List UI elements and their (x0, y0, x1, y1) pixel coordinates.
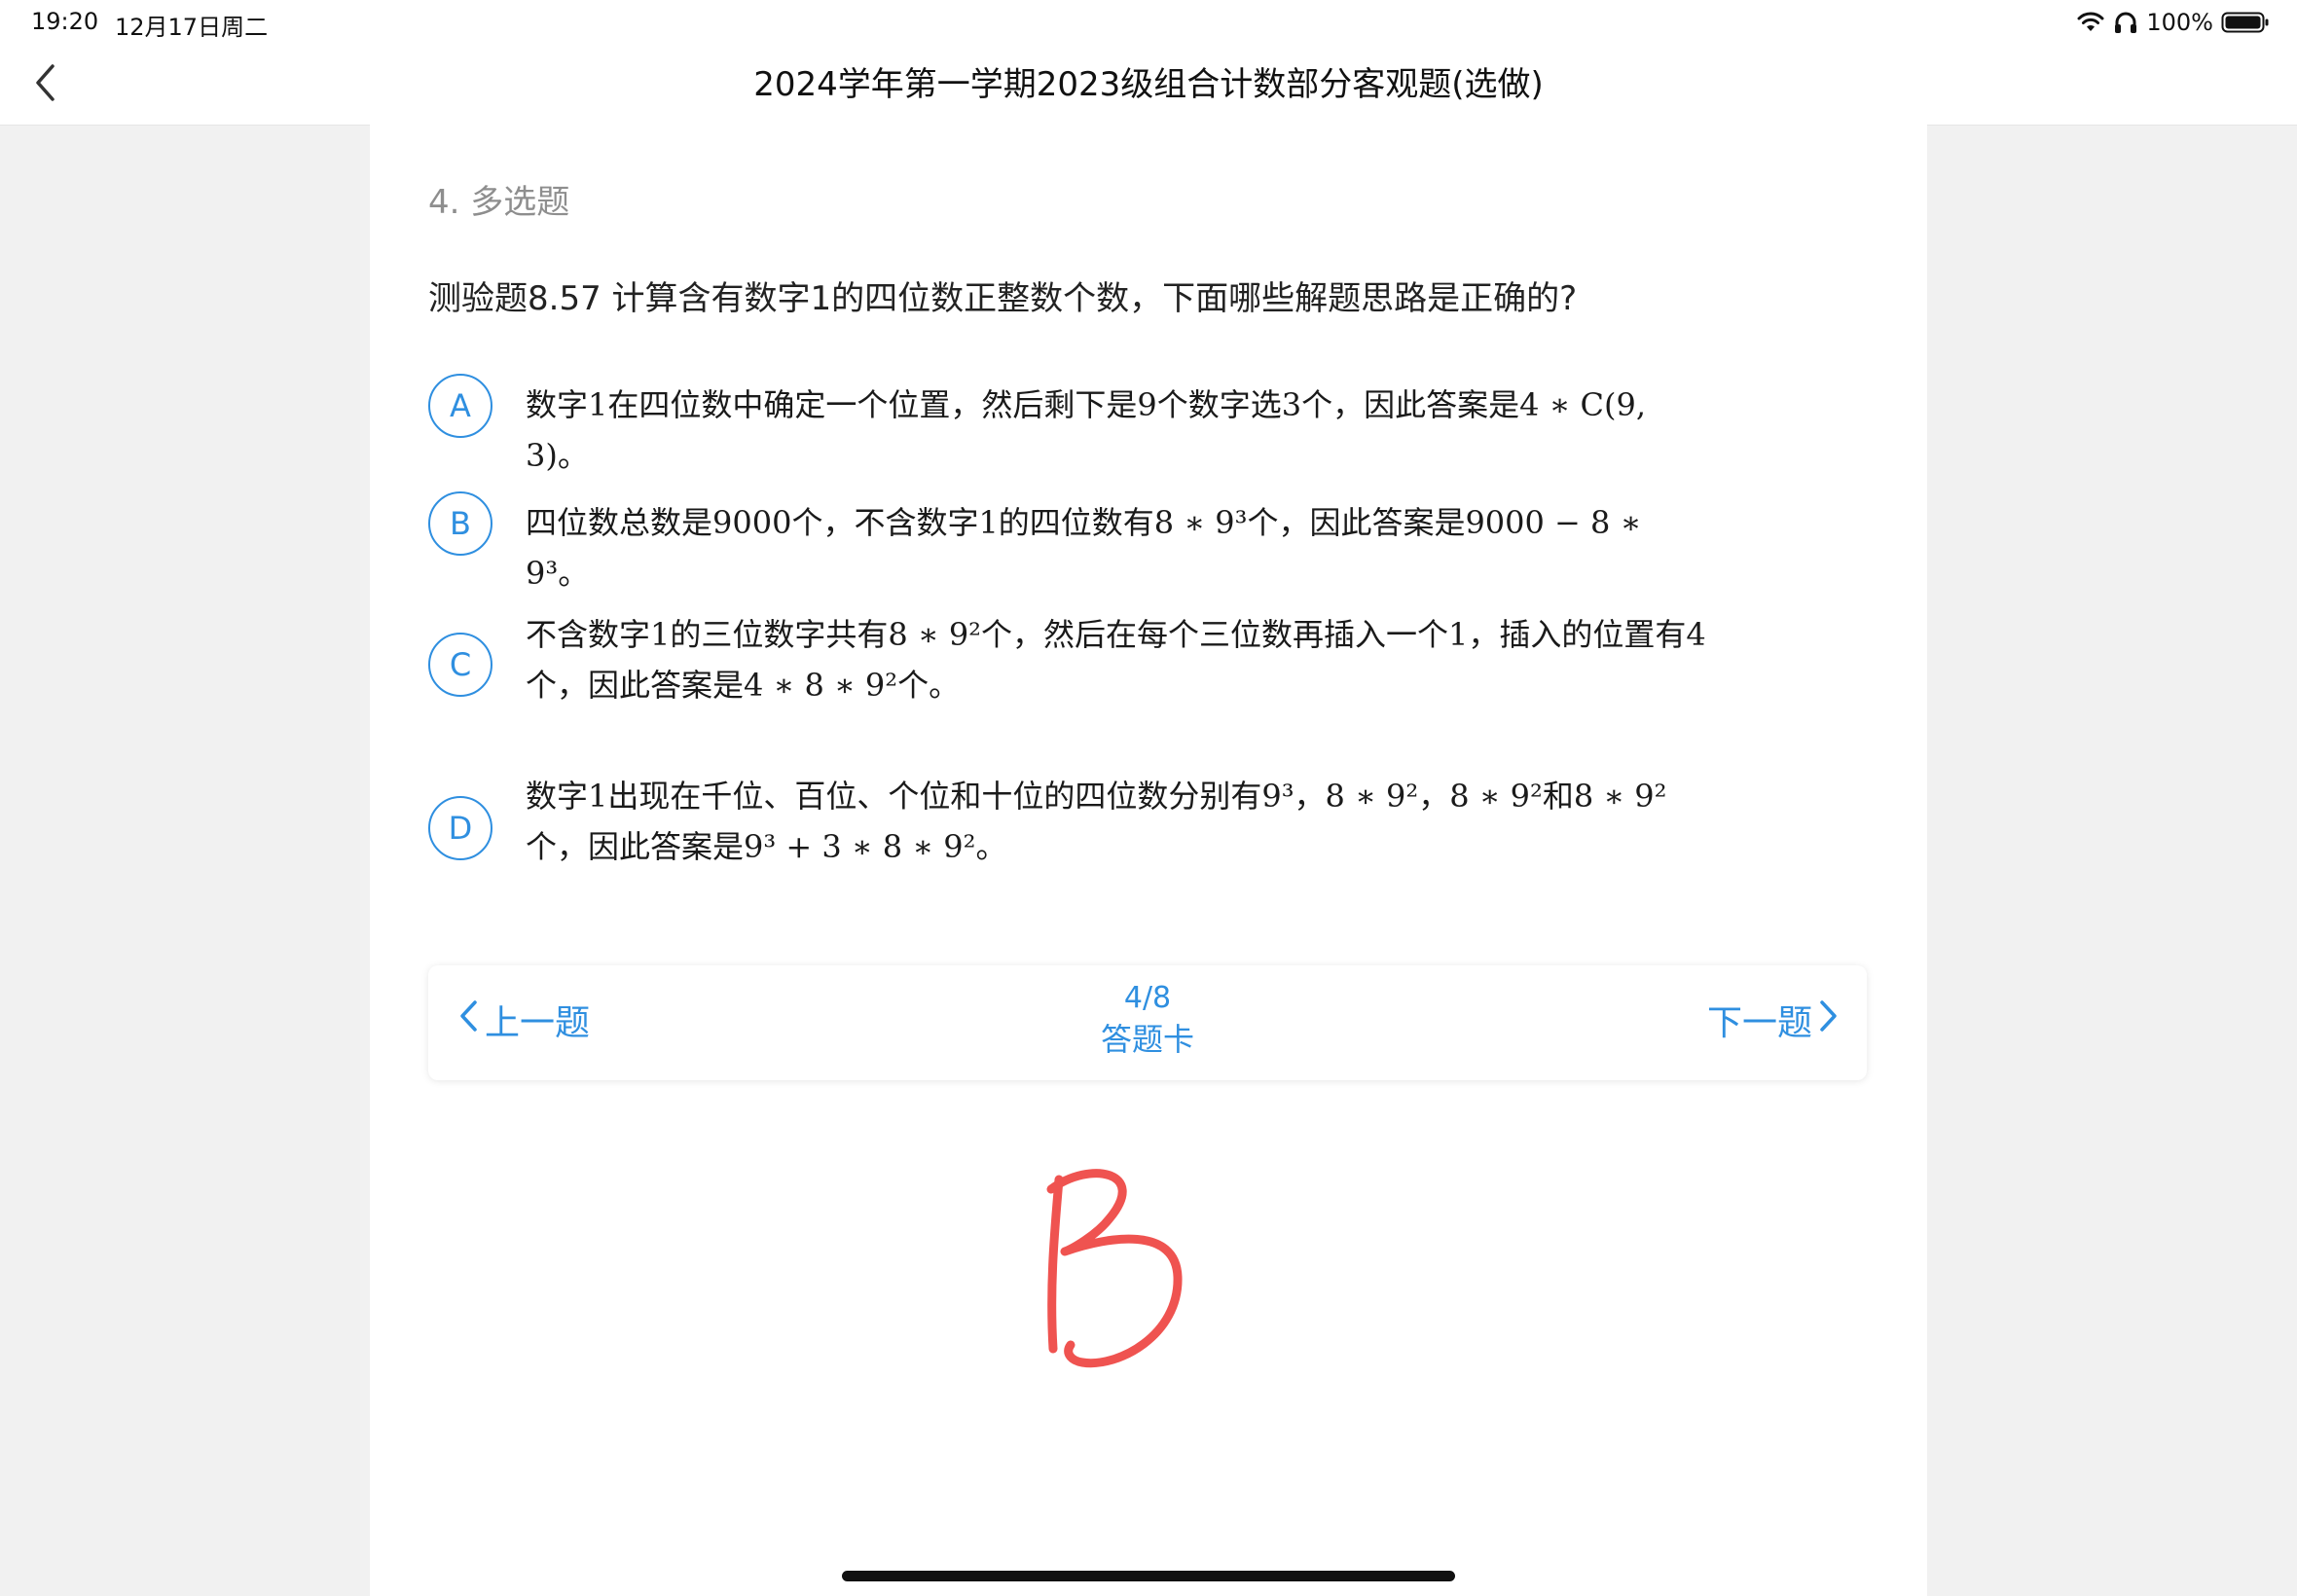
option-d-text: 数字1出现在千位、百位、个位和十位的四位数分别有9³，8 ∗ 9²，8 ∗ 9²… (526, 778, 1667, 865)
status-bar: 19:20 12月17日周二 100% (0, 0, 2297, 45)
option-b-marker[interactable]: B (428, 491, 492, 556)
option-c-text: 不含数字1的三位数字共有8 ∗ 9²个，然后在每个三位数再插入一个1，插入的位置… (526, 616, 1706, 704)
status-icons: 100% (2076, 6, 2270, 39)
chevron-right-icon (1818, 998, 1840, 1042)
wifi-icon (2076, 11, 2105, 34)
question-progress: 4/8 (1123, 981, 1172, 1015)
page-title: 2024学年第一学期2023级组合计数部分客观题(选做) (753, 65, 1544, 104)
handwritten-answer (1032, 1158, 1207, 1396)
next-question-button[interactable]: 下一题 (1707, 995, 1840, 1045)
answer-card-label: 答题卡 (1100, 1021, 1194, 1058)
option-a-marker[interactable]: A (428, 374, 492, 438)
battery-icon (2221, 11, 2270, 34)
option-d-marker[interactable]: D (428, 796, 492, 860)
option-a-text: 数字1在四位数中确定一个位置，然后剩下是9个数字选3个，因此答案是4 ∗ C(9… (526, 386, 1647, 474)
question-navigator: 上一题 4/8 答题卡 下一题 (428, 965, 1867, 1080)
question-type: 4. 多选题 (428, 183, 570, 222)
option-b-text: 四位数总数是9000个，不含数字1的四位数有8 ∗ 9³个，因此答案是9000 … (526, 504, 1642, 592)
next-question-label: 下一题 (1706, 1003, 1812, 1043)
question-text: 测验题8.57 计算含有数字1的四位数正整数个数，下面哪些解题思路是正确的? (428, 279, 1578, 318)
battery-text: 100% (2146, 9, 2213, 36)
home-indicator[interactable] (842, 1571, 1455, 1581)
nav-bar: 2024学年第一学期2023级组合计数部分客观题(选做) (0, 45, 2297, 126)
option-c-marker[interactable]: C (428, 633, 492, 697)
headphones-icon (2113, 11, 2138, 34)
answer-card-button[interactable]: 4/8 答题卡 (428, 979, 1867, 1061)
status-time: 19:20 (31, 8, 99, 35)
status-date: 12月17日周二 (115, 14, 269, 41)
